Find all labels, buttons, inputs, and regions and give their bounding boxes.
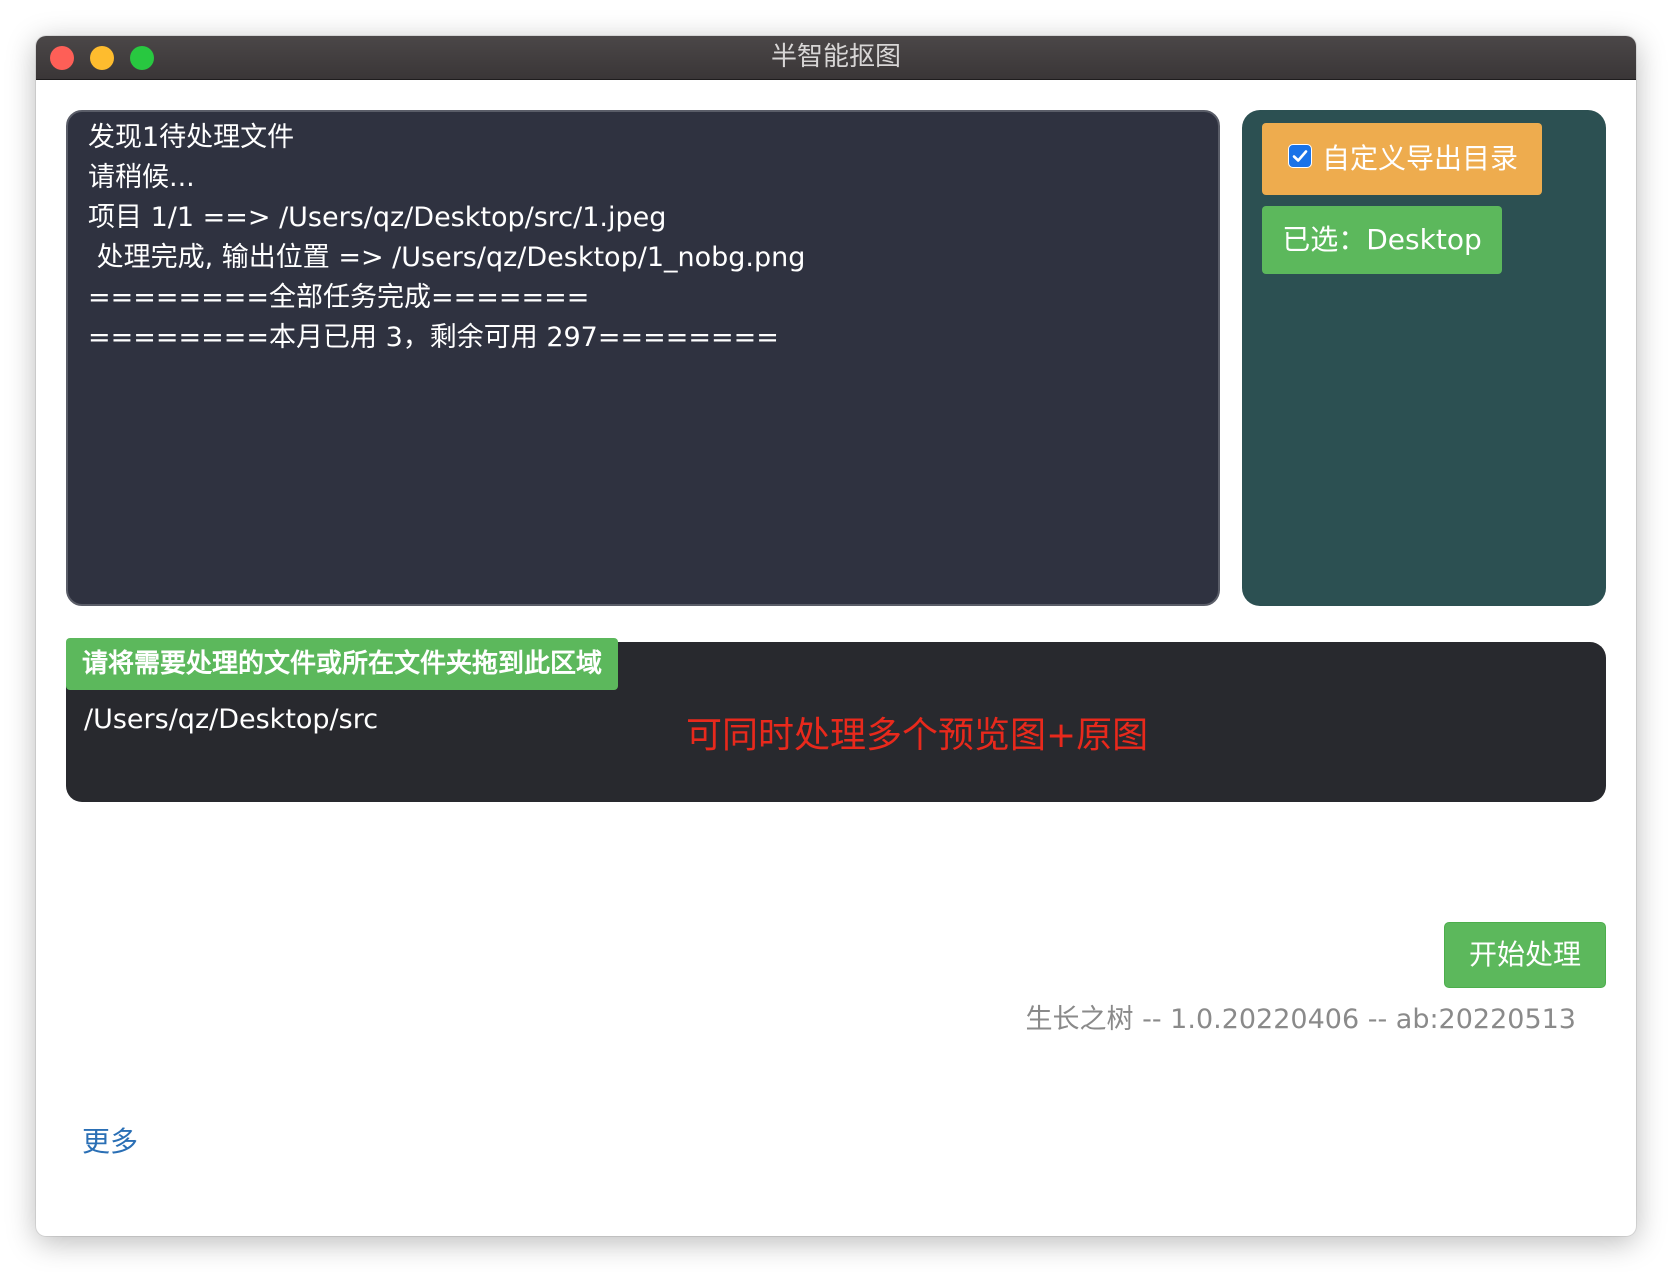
- more-link[interactable]: 更多: [82, 1122, 138, 1162]
- log-line: 项目 1/1 ==> /Users/qz/Desktop/src/1.jpeg: [88, 202, 667, 233]
- drop-zone-note: 可同时处理多个预览图+原图: [686, 715, 1149, 756]
- window-title: 半智能抠图: [770, 42, 901, 72]
- app-window: 半智能抠图 发现1待处理文件 请稍候... 项目 1/1 ==> /Users/…: [36, 36, 1636, 1236]
- select-directory-button[interactable]: 已选：Desktop: [1262, 206, 1502, 274]
- log-output[interactable]: 发现1待处理文件 请稍候... 项目 1/1 ==> /Users/qz/Des…: [66, 110, 1220, 606]
- custom-export-checkbox[interactable]: [1288, 144, 1312, 168]
- drop-zone-hint: 请将需要处理的文件或所在文件夹拖到此区域: [66, 638, 619, 690]
- start-processing-button[interactable]: 开始处理: [1444, 922, 1606, 988]
- log-line: 请稍候...: [88, 162, 195, 193]
- desktop-background: 半智能抠图 发现1待处理文件 请稍候... 项目 1/1 ==> /Users/…: [0, 0, 1672, 1272]
- title-bar[interactable]: 半智能抠图: [36, 36, 1636, 80]
- custom-export-toggle[interactable]: 自定义导出目录: [1262, 123, 1542, 195]
- version-info: 生长之树 -- 1.0.20220406 -- ab:20220513: [1025, 1004, 1576, 1035]
- log-line: ========本月已用 3，剩余可用 297========: [88, 322, 779, 353]
- log-line: ========全部任务完成=======: [88, 282, 590, 313]
- log-line: 发现1待处理文件: [88, 122, 295, 153]
- export-settings-panel: 自定义导出目录 已选：Desktop: [1242, 110, 1606, 606]
- custom-export-label: 自定义导出目录: [1322, 142, 1519, 175]
- dropped-path: /Users/qz/Desktop/src: [84, 704, 379, 735]
- log-line: 处理完成, 输出位置 => /Users/qz/Desktop/1_nobg.p…: [88, 242, 806, 273]
- checkmark-icon: [1292, 150, 1308, 162]
